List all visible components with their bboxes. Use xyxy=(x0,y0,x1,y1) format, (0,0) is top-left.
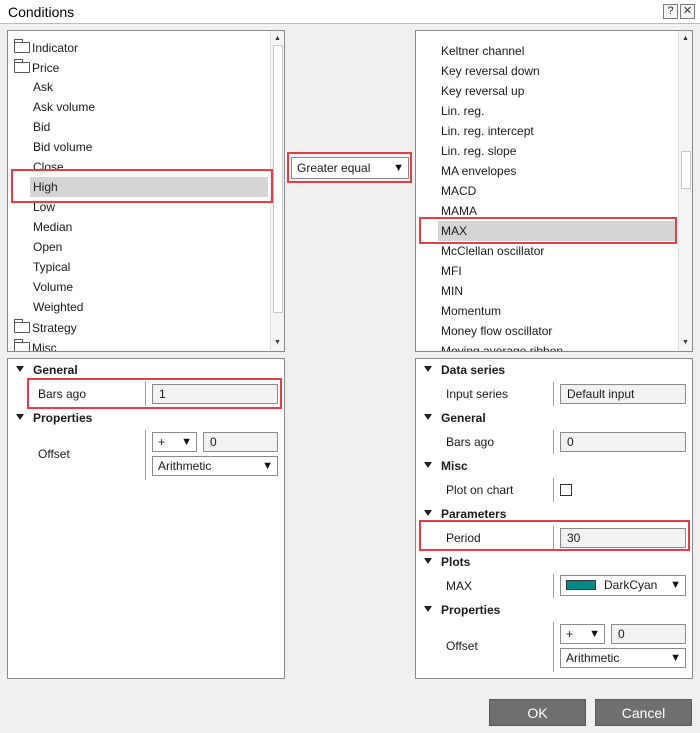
list-item[interactable]: Moving average ribbon xyxy=(441,341,563,351)
offset-label: Offset xyxy=(446,639,478,653)
folder-icon xyxy=(14,319,30,333)
input-series-field[interactable]: Default input xyxy=(560,384,686,404)
indicator-list-panel[interactable]: Keltner channel Key reversal down Key re… xyxy=(415,30,693,352)
help-button[interactable]: ? xyxy=(663,4,678,19)
list-item[interactable]: MA envelopes xyxy=(441,161,516,181)
right-properties-panel: Data series Input series Default input G… xyxy=(415,358,693,679)
offset-type-select[interactable]: Arithmetic ▼ xyxy=(152,456,278,476)
tree-item-bid-volume[interactable]: Bid volume xyxy=(33,137,92,157)
highlight-operator xyxy=(287,152,412,183)
column-divider xyxy=(553,478,554,502)
scroll-down-icon[interactable]: ▼ xyxy=(271,337,284,349)
chevron-down-icon: ▼ xyxy=(181,436,192,448)
section-properties[interactable]: Properties xyxy=(16,408,92,428)
collapse-icon[interactable] xyxy=(16,414,24,420)
folder-icon xyxy=(14,339,30,351)
tree-folder-price[interactable]: Price xyxy=(14,58,59,78)
input-series-label: Input series xyxy=(446,387,509,401)
plot-on-chart-checkbox[interactable] xyxy=(560,484,572,496)
list-item[interactable]: Momentum xyxy=(441,301,501,321)
collapse-icon[interactable] xyxy=(424,606,432,612)
list-item[interactable]: Money flow oscillator xyxy=(441,321,552,341)
list-item[interactable]: Lin. reg. intercept xyxy=(441,121,534,141)
offset-type-select[interactable]: Arithmetic ▼ xyxy=(560,648,686,668)
tree-folder-strategy[interactable]: Strategy xyxy=(14,318,77,338)
column-divider xyxy=(553,430,554,454)
scroll-down-icon[interactable]: ▼ xyxy=(679,337,692,349)
max-plot-label: MAX xyxy=(446,579,473,593)
highlight-high xyxy=(11,169,273,203)
scroll-up-icon[interactable]: ▲ xyxy=(679,33,692,45)
section-data-series[interactable]: Data series xyxy=(424,360,505,380)
offset-value-input[interactable]: 0 xyxy=(203,432,278,452)
section-misc[interactable]: Misc xyxy=(424,456,468,476)
tree-item-open[interactable]: Open xyxy=(33,237,62,257)
collapse-icon[interactable] xyxy=(424,558,432,564)
list-item[interactable]: Keltner channel xyxy=(441,41,524,61)
list-item[interactable]: Lin. reg. xyxy=(441,101,484,121)
column-divider xyxy=(553,574,554,598)
chevron-down-icon: ▼ xyxy=(670,652,681,664)
list-scrollbar[interactable]: ▲ ▼ xyxy=(678,31,692,351)
tree-item-typical[interactable]: Typical xyxy=(33,257,70,277)
highlight-period xyxy=(419,520,690,551)
title-bar: Conditions ? ✕ xyxy=(0,0,700,24)
list-item[interactable]: MFI xyxy=(441,261,462,281)
list-item[interactable]: Key reversal down xyxy=(441,61,540,81)
list-item[interactable]: Lin. reg. slope xyxy=(441,141,516,161)
folder-open-icon xyxy=(14,59,30,73)
scroll-up-icon[interactable]: ▲ xyxy=(271,33,284,45)
collapse-icon[interactable] xyxy=(424,414,432,420)
list-item[interactable]: MACD xyxy=(441,181,476,201)
tree-item-volume[interactable]: Volume xyxy=(33,277,73,297)
window-title: Conditions xyxy=(8,4,75,20)
offset-sign-select[interactable]: + ▼ xyxy=(560,624,605,644)
collapse-icon[interactable] xyxy=(424,366,432,372)
color-swatch xyxy=(566,580,596,590)
folder-icon xyxy=(14,39,30,53)
max-color-select[interactable]: DarkCyan ▼ xyxy=(560,575,686,596)
scroll-thumb[interactable] xyxy=(681,151,691,189)
tree-item-weighted[interactable]: Weighted xyxy=(33,297,83,317)
tree-item-median[interactable]: Median xyxy=(33,217,72,237)
section-general[interactable]: General xyxy=(16,360,78,380)
cancel-button[interactable]: Cancel xyxy=(595,699,692,726)
offset-sign-select[interactable]: + ▼ xyxy=(152,432,197,452)
list-item[interactable]: McClellan oscillator xyxy=(441,241,544,261)
scroll-thumb[interactable] xyxy=(273,45,283,313)
column-divider xyxy=(553,622,554,672)
tree-item-bid[interactable]: Bid xyxy=(33,117,50,137)
collapse-icon[interactable] xyxy=(424,510,432,516)
tree-item-ask-volume[interactable]: Ask volume xyxy=(33,97,95,117)
highlight-bars-ago xyxy=(27,378,282,409)
chevron-down-icon: ▼ xyxy=(262,460,273,472)
chevron-down-icon: ▼ xyxy=(670,579,681,591)
bars-ago-input[interactable]: 0 xyxy=(560,432,686,452)
column-divider xyxy=(553,382,554,406)
column-divider xyxy=(145,430,146,480)
collapse-icon[interactable] xyxy=(424,462,432,468)
ok-button[interactable]: OK xyxy=(489,699,586,726)
highlight-max xyxy=(419,217,677,244)
list-item[interactable]: Key reversal up xyxy=(441,81,524,101)
tree-folder-misc[interactable]: Misc xyxy=(14,338,57,351)
section-general[interactable]: General xyxy=(424,408,486,428)
offset-label: Offset xyxy=(38,447,70,461)
list-item[interactable]: MIN xyxy=(441,281,463,301)
section-properties[interactable]: Properties xyxy=(424,600,500,620)
close-button[interactable]: ✕ xyxy=(680,4,695,19)
chevron-down-icon: ▼ xyxy=(589,628,600,640)
collapse-icon[interactable] xyxy=(16,366,24,372)
tree-folder-indicator[interactable]: Indicator xyxy=(14,38,78,58)
offset-value-input[interactable]: 0 xyxy=(611,624,686,644)
tree-item-ask[interactable]: Ask xyxy=(33,77,53,97)
section-plots[interactable]: Plots xyxy=(424,552,470,572)
plot-on-chart-label: Plot on chart xyxy=(446,483,514,497)
bars-ago-label: Bars ago xyxy=(446,435,495,449)
